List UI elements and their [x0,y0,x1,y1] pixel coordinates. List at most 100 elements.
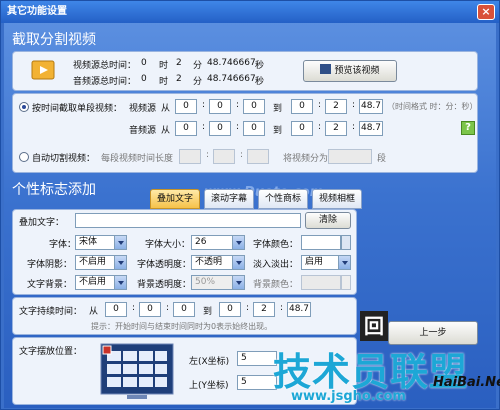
video-to-minute[interactable]: 2 [325,99,347,114]
help-icon[interactable]: ? [461,121,475,135]
video-to-label: 到 [273,104,283,114]
audio-to-label: 到 [273,126,283,136]
video-total-hours: 0 [141,58,147,68]
audio-hour-unit: 时 [159,77,169,87]
video-total-label: 视频源总时间： [73,61,137,71]
preview-video-label: 预览该视频 [334,66,380,76]
duration-to-label: 到 [203,307,213,317]
window-title: 其它功能设置 [7,6,67,17]
duration-from-second[interactable]: 0 [173,302,195,317]
tab-video-frame[interactable]: 视频相框 [312,189,362,209]
section-title-cut: 截取分割视频 [12,32,96,48]
audio-total-label: 音频源总时间： [73,77,137,87]
film-icon [31,60,55,80]
audio-to-hour[interactable]: 0 [291,121,313,136]
duration-from-minute[interactable]: 0 [139,302,161,317]
segment-count[interactable] [328,149,372,164]
overlay-text-label: 叠加文字： [19,218,65,228]
chevron-down-icon [338,256,350,269]
video-from-hour[interactable]: 0 [175,99,197,114]
preview-video-button[interactable]: 预览该视频 [303,60,397,82]
font-color-label: 字体颜色： [253,240,299,250]
font-size-select[interactable]: 26 [191,235,245,250]
video-to-hour[interactable]: 0 [291,99,313,114]
top-y-label: 上(Y坐标) [189,381,229,391]
tab-logo[interactable]: 个性商标 [258,189,308,209]
font-color-swatch[interactable] [301,235,341,250]
duration-from-label: 从 [89,307,99,317]
mode-auto-label: 自动切割视频： [32,154,96,164]
chevron-down-icon [114,276,126,289]
audio-total-seconds: 48.746667 [207,74,256,84]
left-x-label: 左(X坐标) [189,357,230,367]
clear-button[interactable]: 清除 [305,212,351,229]
fade-select[interactable]: 启用 [301,255,351,270]
segment-minute[interactable] [213,149,235,164]
duration-to-minute[interactable]: 2 [253,302,275,317]
monitor-icon [320,64,332,74]
top-y-input[interactable]: 5 [237,375,277,390]
bg-select[interactable]: 不启用 [75,275,127,290]
shadow-label: 字体阴影： [27,260,73,270]
font-value: 宋体 [79,237,98,247]
video-to-second[interactable]: 48.7 [359,99,383,114]
mode-auto-radio[interactable] [19,152,29,162]
bg-opacity-select[interactable]: 50% [191,275,245,290]
audio-from-second[interactable]: 0 [243,121,265,136]
source-info-panel: 视频源总时间： 0 时 2 分 48.746667 秒 音频源总时间： 0 时 … [12,51,478,91]
watermark-url: www.jsgho.com [291,389,406,404]
chevron-down-icon [232,256,244,269]
audio-second-unit: 秒 [255,77,265,87]
duration-panel: 文字持续时间： 从 0 : 0 : 0 到 0 : 2 : 48.7 提示：开始… [12,297,357,335]
bg-opacity-label: 背景透明度： [137,280,192,290]
tab-scroll-caption[interactable]: 滚动字幕 [204,189,254,209]
font-size-value: 26 [195,237,207,247]
audio-from-hour[interactable]: 0 [175,121,197,136]
video-from-second[interactable]: 0 [243,99,265,114]
bg-color-dropdown[interactable] [341,275,351,290]
split-into-label: 将视频分为 [283,154,329,164]
chevron-down-icon [232,236,244,249]
opacity-label: 字体透明度： [137,260,192,270]
segment-second[interactable] [247,149,269,164]
audio-from-minute[interactable]: 0 [209,121,231,136]
close-icon[interactable]: × [477,4,495,20]
left-x-input[interactable]: 5 [237,351,277,366]
bg-opacity-value: 50% [195,277,216,287]
segment-length-label: 每段视频时间长度 [101,154,174,164]
section-title-logo: 个性标志添加 [12,182,96,198]
video-minute-unit: 分 [193,61,203,71]
font-label: 字体： [49,240,77,250]
chevron-down-icon [114,236,126,249]
duration-label: 文字持续时间： [19,307,83,317]
font-select[interactable]: 宋体 [75,235,127,250]
mode-time-radio[interactable] [19,102,29,112]
shadow-value: 不启用 [79,257,107,267]
font-color-dropdown[interactable] [341,235,351,250]
audio-src-label: 音频源 [129,126,157,136]
video-hour-unit: 时 [159,61,169,71]
shadow-select[interactable]: 不启用 [75,255,127,270]
overlay-text-input[interactable] [75,213,301,228]
video-from-minute[interactable]: 0 [209,99,231,114]
logo-badge: 回 [360,311,388,341]
tab-overlay-text[interactable]: 叠加文字 [150,189,200,209]
watermark-brand: HaiBai.Net [433,375,500,390]
duration-from-hour[interactable]: 0 [105,302,127,317]
cut-options-panel: 按时间截取单段视频： 视频源 从 0 : 0 : 0 到 0 : 2 : 48.… [12,93,478,173]
duration-to-hour[interactable]: 0 [219,302,241,317]
mode-time-label: 按时间截取单段视频： [32,104,123,114]
segment-hour[interactable] [179,149,201,164]
video-from-label: 从 [161,104,171,114]
bg-label: 文字背景： [27,280,73,290]
duration-to-second[interactable]: 48.7 [287,302,311,317]
bg-color-label: 背景颜色： [253,280,299,290]
bg-color-swatch[interactable] [301,275,341,290]
opacity-select[interactable]: 不透明 [191,255,245,270]
video-second-unit: 秒 [255,61,265,71]
video-src-label: 视频源 [129,104,157,114]
audio-to-second[interactable]: 48.7 [359,121,383,136]
segments-unit: 段 [377,154,387,164]
chevron-down-icon [114,256,126,269]
audio-to-minute[interactable]: 2 [325,121,347,136]
